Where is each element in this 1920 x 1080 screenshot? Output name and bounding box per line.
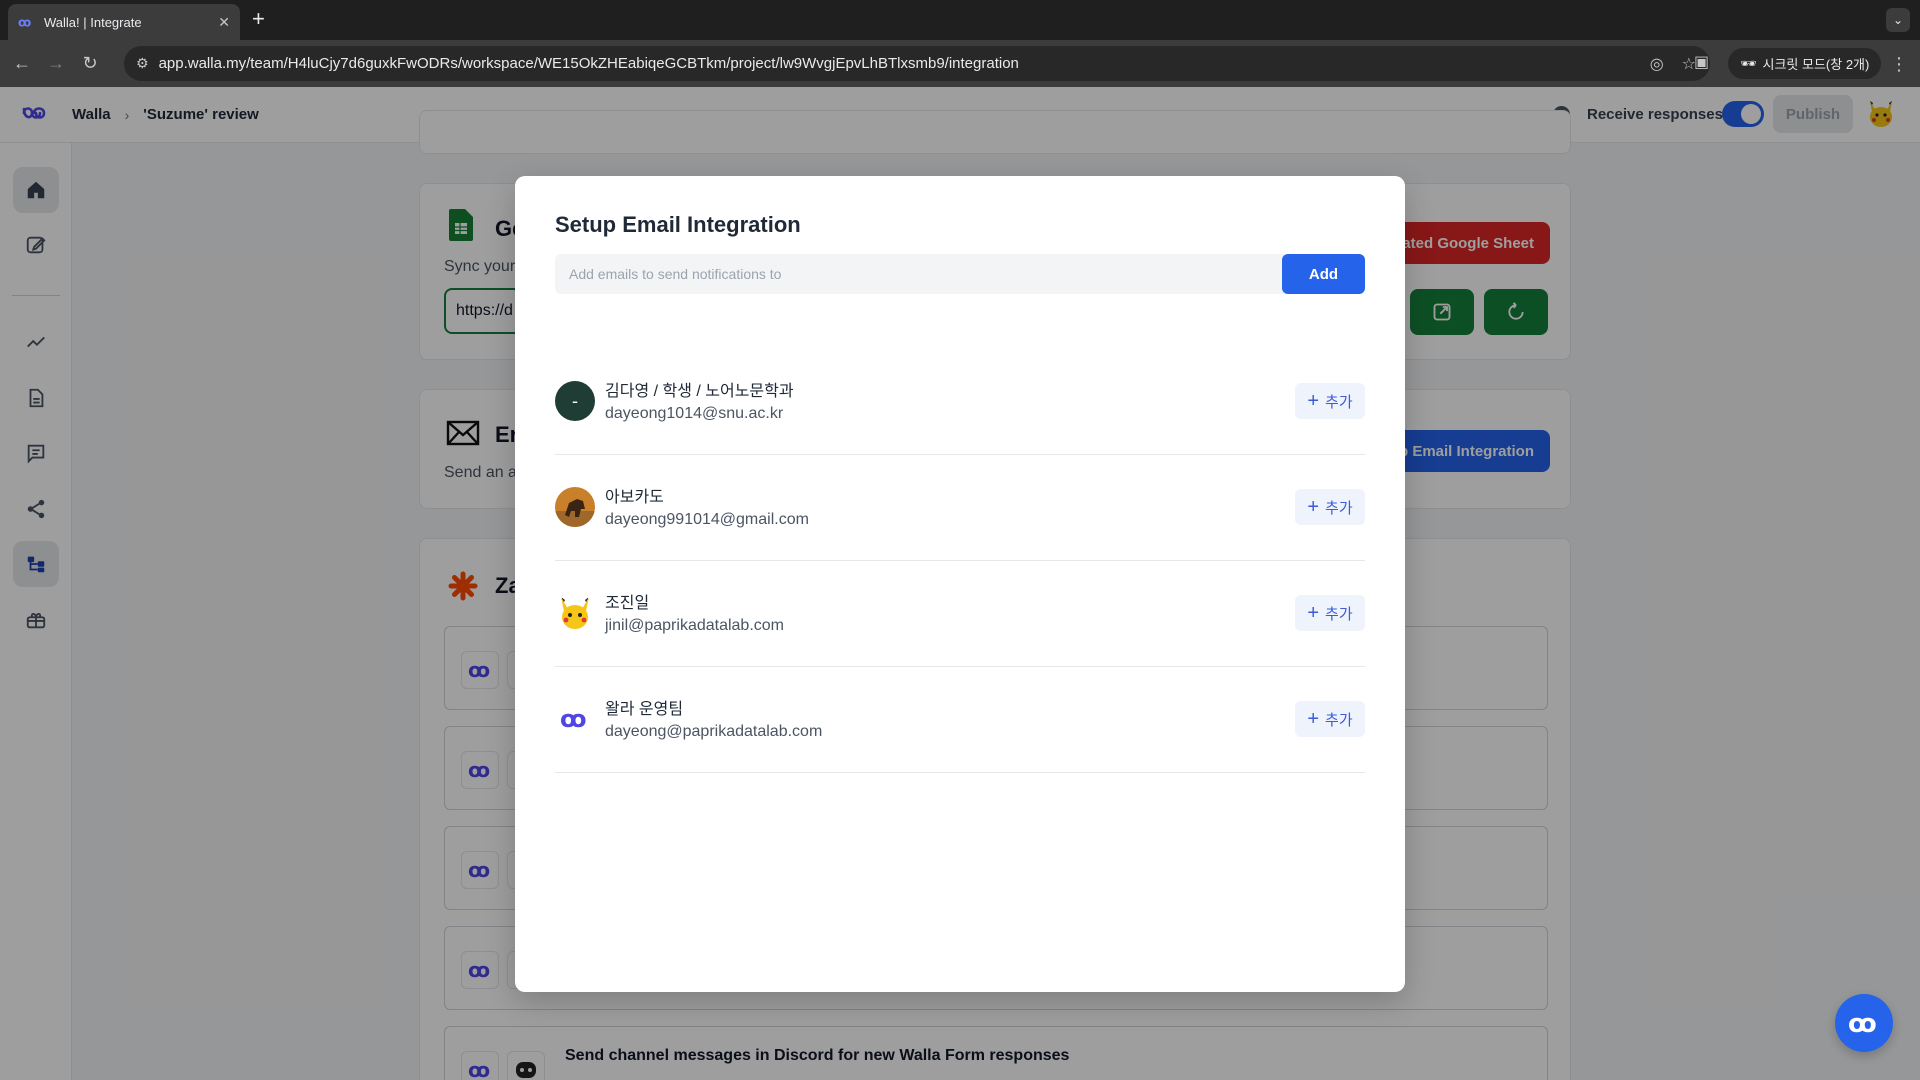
tab-title: Walla! | Integrate xyxy=(44,14,142,30)
walla-chat-button[interactable]: ꝏ xyxy=(1835,994,1893,1052)
plus-icon: + xyxy=(1307,390,1320,412)
plus-icon: + xyxy=(1307,496,1320,518)
incognito-badge[interactable]: 🕶 시크릿 모드(창 2개) xyxy=(1728,48,1882,79)
contact-avatar: - xyxy=(555,381,595,421)
contact-add-button[interactable]: + 추가 xyxy=(1295,595,1365,631)
contact-email: dayeong991014@gmail.com xyxy=(605,511,809,528)
forward-icon[interactable]: → xyxy=(44,52,68,76)
browser-menu-icon[interactable]: ⋮ xyxy=(1890,54,1908,75)
horse-avatar-icon xyxy=(555,487,595,527)
contact-name: 김다영 / 학생 / 노어노문학과 xyxy=(605,383,794,400)
email-integration-modal: Setup Email Integration Add - 김다영 / 학생 /… xyxy=(515,176,1405,992)
svg-text:ꝏ: ꝏ xyxy=(18,16,31,30)
tab-close-icon[interactable]: ✕ xyxy=(218,14,230,31)
email-input[interactable] xyxy=(555,254,1285,294)
plus-icon: + xyxy=(1307,708,1320,730)
incognito-icon: 🕶 xyxy=(1740,55,1757,71)
modal-title: Setup Email Integration xyxy=(555,212,801,237)
add-email-button[interactable]: Add xyxy=(1282,254,1365,294)
tab-search-icon[interactable]: ⌄ xyxy=(1886,8,1910,32)
svg-text:ꝏ: ꝏ xyxy=(1848,1010,1877,1036)
url-text: app.walla.my/team/H4luCjy7d6guxkFwODRs/w… xyxy=(158,55,1019,72)
back-icon[interactable]: ← xyxy=(10,52,34,76)
pikachu-avatar-icon xyxy=(561,597,589,629)
contact-item: 아보카도 dayeong991014@gmail.com + 추가 xyxy=(555,455,1365,561)
new-tab-icon[interactable]: + xyxy=(252,6,265,32)
walla-logo-icon: ꝏ xyxy=(560,707,587,731)
contact-add-button[interactable]: + 추가 xyxy=(1295,383,1365,419)
contact-name: 왈라 운영팀 xyxy=(605,701,684,718)
svg-text:ꝏ: ꝏ xyxy=(560,707,587,731)
contact-email: dayeong@paprikadatalab.com xyxy=(605,723,823,740)
contact-add-label: 추가 xyxy=(1325,605,1353,623)
contact-email: jinil@paprikadatalab.com xyxy=(605,617,784,634)
walla-logo-icon: ꝏ xyxy=(1848,1010,1877,1036)
reload-icon[interactable]: ↻ xyxy=(78,52,102,76)
contact-item: 조진일 jinil@paprikadatalab.com + 추가 xyxy=(555,561,1365,667)
incognito-label: 시크릿 모드(창 2개) xyxy=(1762,57,1870,72)
contact-name: 조진일 xyxy=(605,595,650,612)
contact-name: 아보카도 xyxy=(605,489,664,506)
plus-icon: + xyxy=(1307,602,1320,624)
browser-tab-bar: ꝏ Walla! | Integrate ✕ + ⌄ xyxy=(0,0,1920,40)
browser-toolbar: ← → ↻ ⚙ app.walla.my/team/H4luCjy7d6guxk… xyxy=(0,40,1920,87)
side-panel-icon[interactable]: ▣ xyxy=(1694,52,1709,72)
walla-favicon-icon: ꝏ xyxy=(18,16,31,30)
contact-email: dayeong1014@snu.ac.kr xyxy=(605,405,784,422)
contact-avatar xyxy=(555,593,595,633)
avatar-dash: - xyxy=(572,390,578,411)
contact-add-label: 추가 xyxy=(1325,499,1353,517)
contact-avatar: ꝏ xyxy=(555,699,595,739)
contact-add-button[interactable]: + 추가 xyxy=(1295,701,1365,737)
eye-off-icon[interactable]: ◎ xyxy=(1650,54,1664,74)
address-bar[interactable]: ⚙ app.walla.my/team/H4luCjy7d6guxkFwODRs… xyxy=(124,46,1710,81)
contact-add-label: 추가 xyxy=(1325,393,1353,411)
site-info-icon[interactable]: ⚙ xyxy=(136,55,149,72)
contact-item: - 김다영 / 학생 / 노어노문학과 dayeong1014@snu.ac.k… xyxy=(555,349,1365,455)
browser-tab[interactable]: ꝏ Walla! | Integrate ✕ xyxy=(8,4,240,40)
contact-avatar xyxy=(555,487,595,527)
contact-add-label: 추가 xyxy=(1325,711,1353,729)
contact-item: ꝏ 왈라 운영팀 dayeong@paprikadatalab.com + 추가 xyxy=(555,667,1365,773)
contact-add-button[interactable]: + 추가 xyxy=(1295,489,1365,525)
